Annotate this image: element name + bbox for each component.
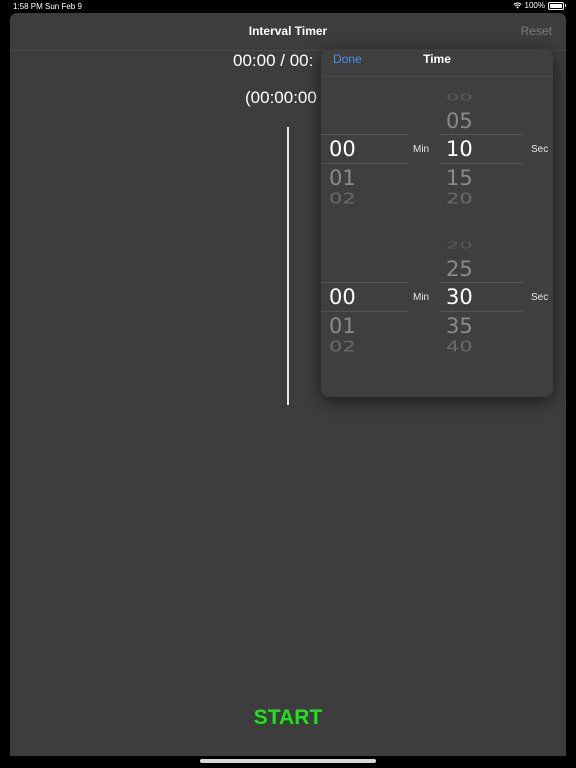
selection-line bbox=[439, 282, 523, 283]
progress-line bbox=[287, 127, 289, 405]
start-button[interactable]: START bbox=[10, 706, 566, 730]
selection-line bbox=[321, 311, 409, 312]
seconds-option[interactable]: 25 bbox=[446, 257, 473, 281]
minutes-unit-label: Min bbox=[413, 144, 430, 155]
status-time: 1:58 PM bbox=[13, 2, 43, 11]
done-button[interactable]: Done bbox=[333, 52, 362, 66]
seconds-selected[interactable]: 10 bbox=[446, 137, 473, 161]
seconds-unit-label: Sec bbox=[531, 144, 549, 155]
minutes-option[interactable]: 02 bbox=[329, 338, 356, 355]
status-date: Sun Feb 9 bbox=[45, 2, 82, 11]
selection-line bbox=[321, 282, 409, 283]
time-picker-2[interactable]: 00 01 02 Min 20 25 30 35 40 Sec bbox=[321, 225, 553, 371]
nav-title: Interval Timer bbox=[248, 24, 328, 38]
selection-line bbox=[439, 311, 523, 312]
seconds-unit-label: Sec bbox=[531, 292, 549, 303]
minutes-option[interactable]: 01 bbox=[329, 166, 356, 190]
selection-line bbox=[439, 134, 523, 135]
popover-header: Time Done bbox=[321, 49, 553, 77]
seconds-option[interactable]: 20 bbox=[446, 190, 473, 207]
minutes-unit-label: Min bbox=[413, 292, 430, 303]
wifi-icon bbox=[512, 2, 522, 9]
minutes-option[interactable]: 01 bbox=[329, 314, 356, 338]
selection-line bbox=[439, 163, 523, 164]
seconds-option[interactable]: 15 bbox=[446, 166, 473, 190]
minutes-selected[interactable]: 00 bbox=[329, 285, 356, 309]
status-right: 100% bbox=[512, 1, 566, 10]
home-indicator[interactable] bbox=[200, 759, 376, 763]
reset-button[interactable]: Reset bbox=[521, 24, 552, 38]
minutes-option[interactable]: 02 bbox=[329, 190, 356, 207]
seconds-option[interactable]: 05 bbox=[446, 109, 473, 133]
battery-percent: 100% bbox=[524, 1, 545, 10]
timer-main-display: 00:00 / 00: bbox=[233, 51, 314, 70]
selection-line bbox=[321, 134, 409, 135]
time-picker-1[interactable]: 00 01 02 Min 00 05 10 15 20 Sec bbox=[321, 77, 553, 223]
status-bar: 1:58 PM Sun Feb 9 100% bbox=[0, 0, 576, 13]
seconds-selected[interactable]: 30 bbox=[446, 285, 473, 309]
selection-line bbox=[321, 163, 409, 164]
nav-bar: Interval Timer Reset bbox=[10, 13, 566, 51]
minutes-selected[interactable]: 00 bbox=[329, 137, 356, 161]
battery-icon bbox=[548, 1, 566, 10]
time-picker-popover: Time Done 00 01 02 Min 00 05 10 15 20 Se… bbox=[321, 49, 553, 397]
seconds-option[interactable]: 40 bbox=[446, 338, 473, 355]
seconds-option[interactable]: 20 bbox=[446, 240, 473, 251]
timer-sub-display: (00:00:00 bbox=[245, 88, 317, 107]
seconds-option[interactable]: 00 bbox=[446, 92, 473, 103]
seconds-option[interactable]: 35 bbox=[446, 314, 473, 338]
